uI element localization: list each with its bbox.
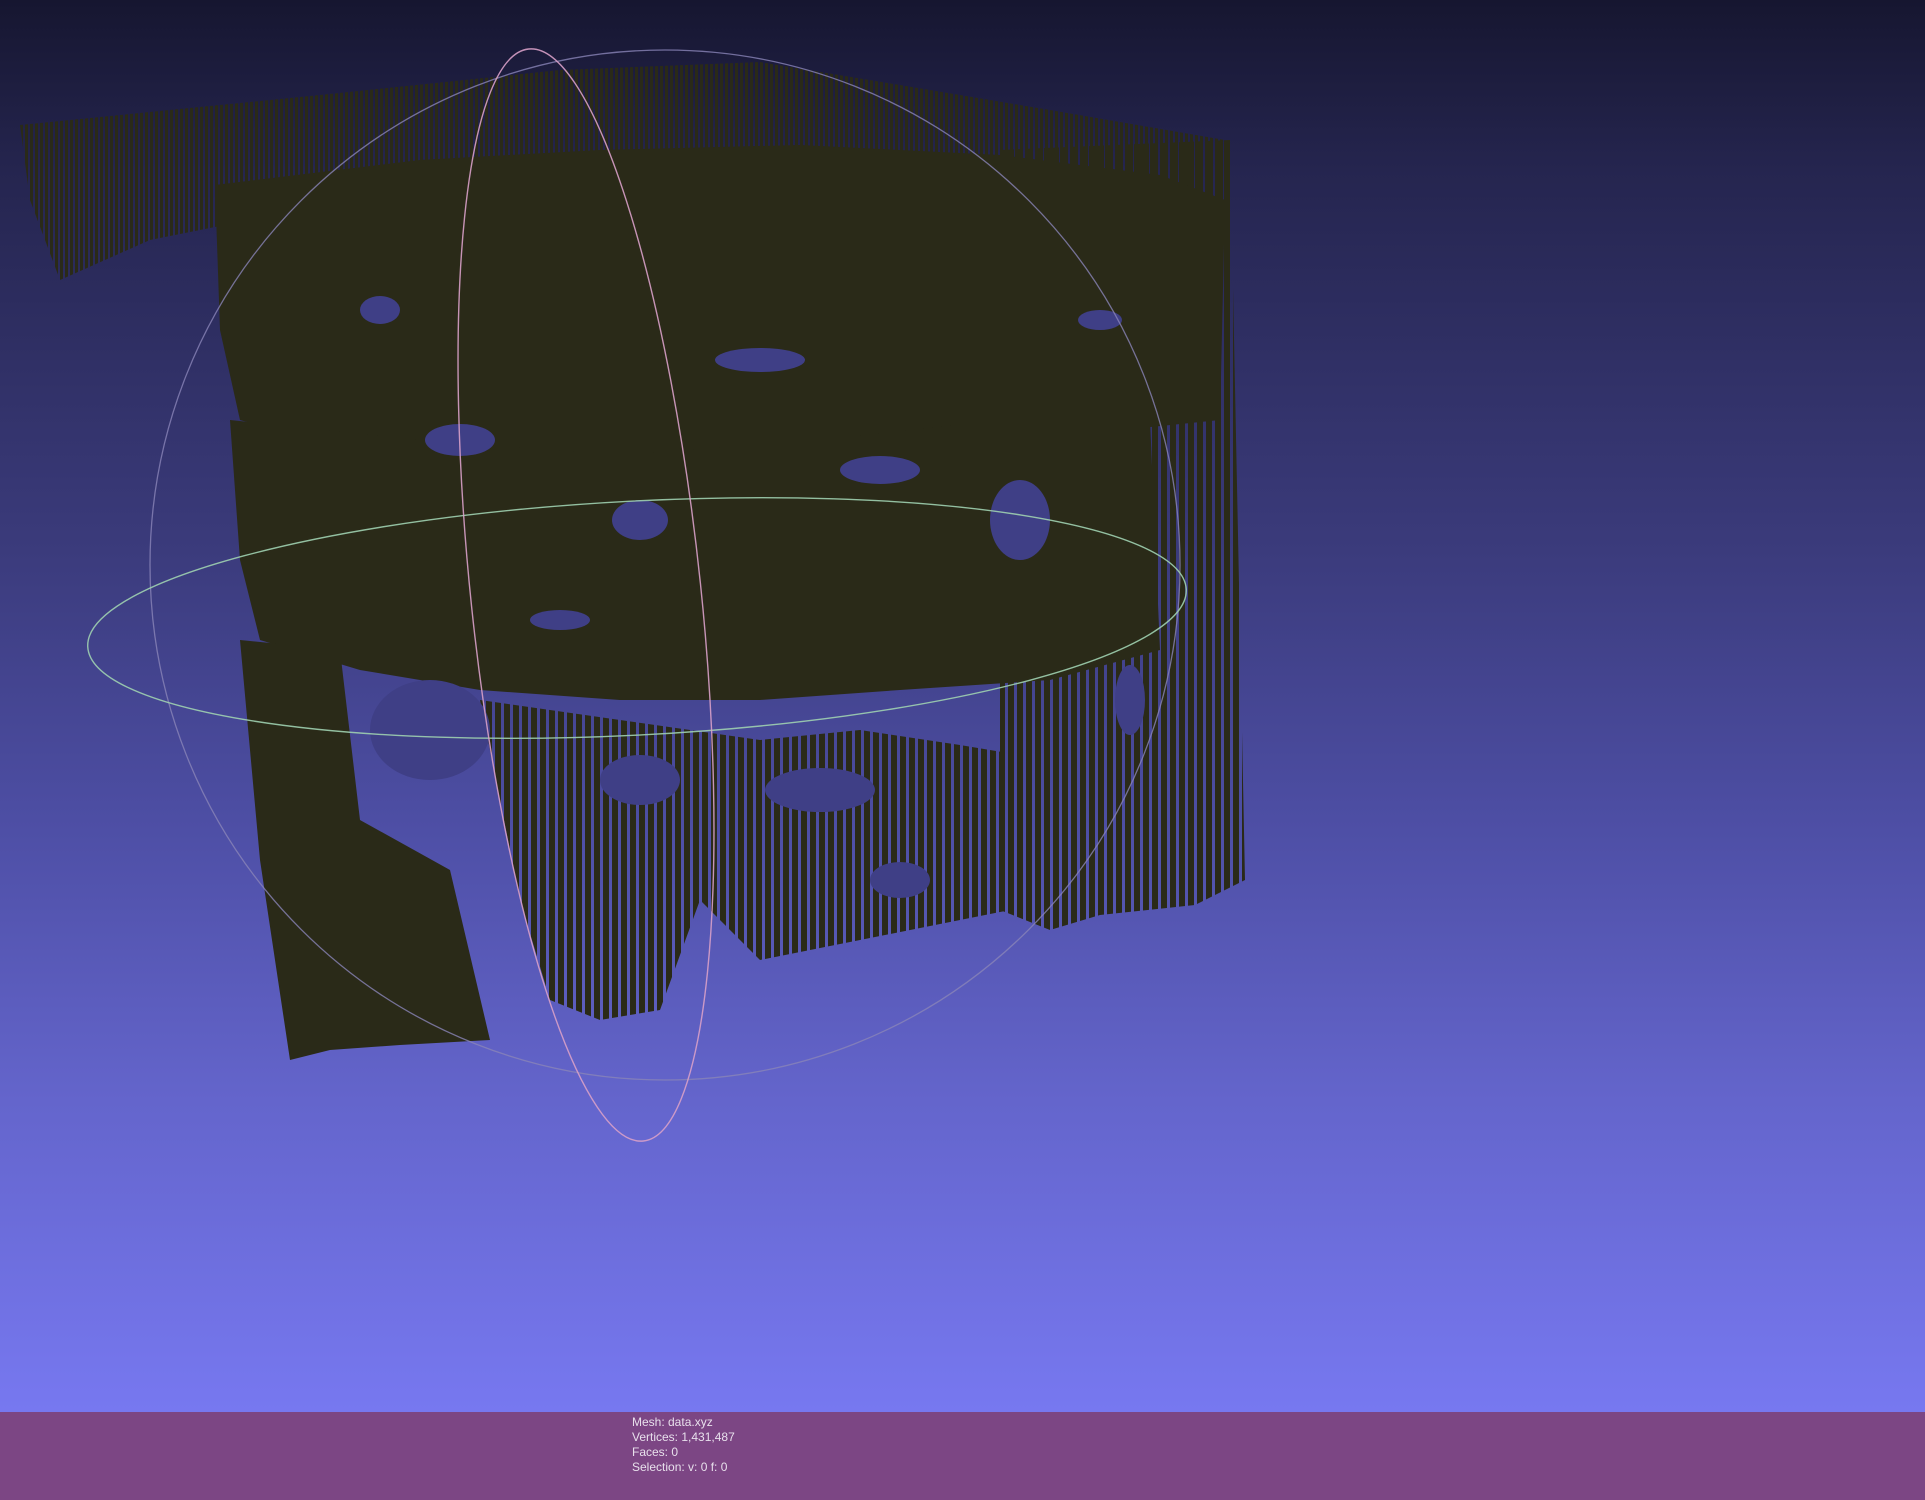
info-bar: [0, 1412, 1925, 1500]
point-cloud: [20, 62, 1245, 1060]
3d-viewport[interactable]: [0, 0, 1925, 1412]
mesh-info-panel: Mesh: data.xyz Vertices: 1,431,487 Faces…: [632, 1415, 735, 1475]
point-cloud-middle-band: [230, 420, 1160, 700]
mesh-name: Mesh: data.xyz: [632, 1415, 713, 1429]
selection-info: Selection: v: 0 f: 0: [632, 1460, 728, 1474]
point-cloud-scene[interactable]: [0, 0, 1925, 1412]
vertex-count: Vertices: 1,431,487: [632, 1430, 735, 1444]
face-count: Faces: 0: [632, 1445, 679, 1459]
